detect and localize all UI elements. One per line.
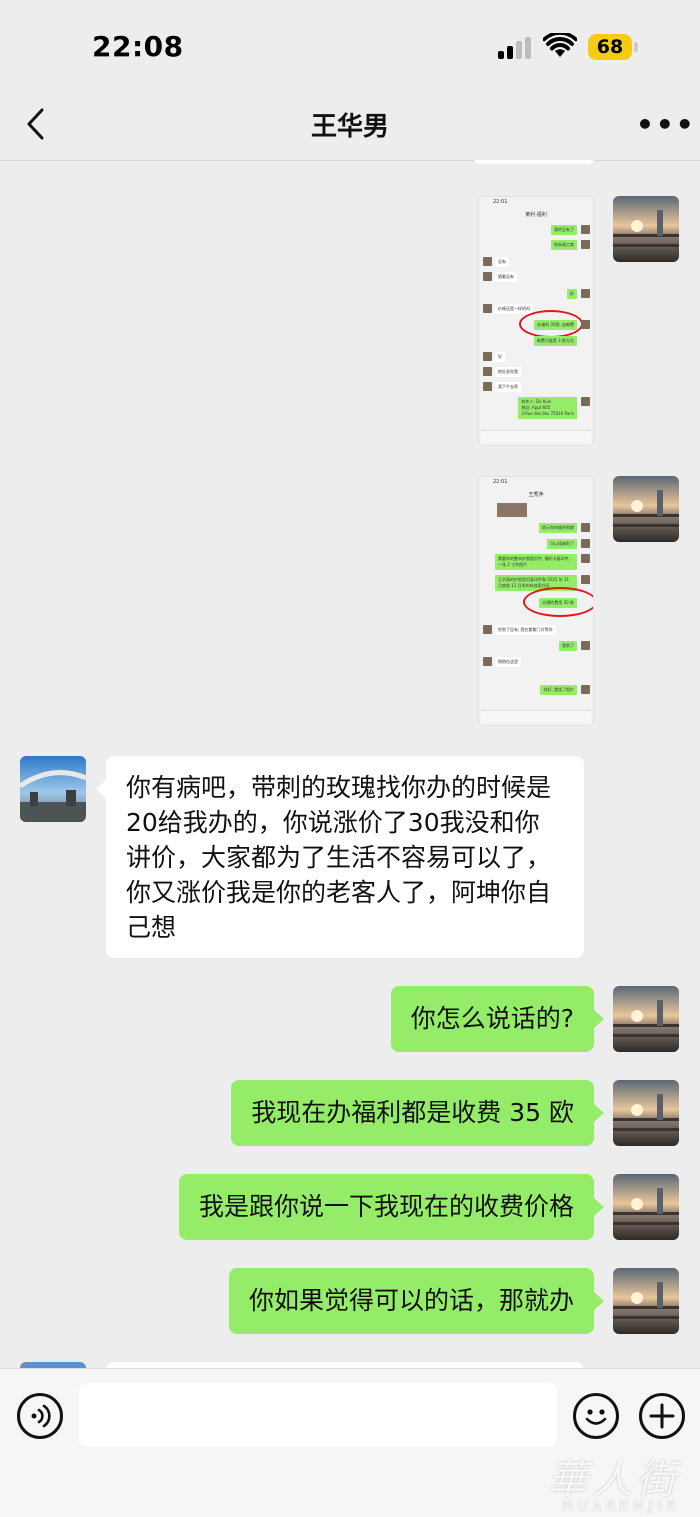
more-options-icon[interactable]: ••• [636, 108, 696, 141]
shot-line: 邮费可能是 3 欧左右 [533, 336, 577, 346]
outgoing-message[interactable]: 我现在办福利都是收费 35 欧 [231, 1080, 594, 1146]
shot-image-thumb [497, 503, 527, 517]
image-message-screenshot-1[interactable]: 22:01 黄利·福利 我的没有了 给朱瑞工商 没有 随着没有 好 价格还是一样… [478, 196, 594, 446]
shot-line: 随着没有 [495, 272, 517, 282]
shot-line: 我到了 [559, 641, 577, 651]
shot-avatar [581, 539, 590, 548]
shot-line: 没有 [495, 257, 509, 267]
shot-avatar [483, 304, 492, 313]
shot-time: 22:01 [493, 199, 508, 205]
shot-line: 我的没有了 [551, 225, 577, 235]
chat-header: 王华男 ••• [0, 92, 700, 161]
my-avatar[interactable] [613, 1080, 679, 1146]
shot-avatar [581, 320, 590, 329]
shot-address-message: 收件人: Dù Kuin 地址: Appt 605 3 Rue des Iles… [518, 397, 577, 419]
wifi-icon [543, 33, 577, 57]
red-circle-annotation [519, 310, 583, 338]
my-avatar[interactable] [613, 986, 679, 1052]
outgoing-message[interactable]: 我是跟你说一下我现在的收费价格 [178, 1174, 594, 1240]
shot-line: 你到了没有, 我在紫紫门口等你 [495, 625, 556, 635]
shot-avatar [483, 367, 492, 376]
shot-avatar [581, 554, 590, 563]
image-message-screenshot-2[interactable]: 22:01 王秀萍 提示你的福利到期 可以续福利了 需要你的整本护照首页件, 福… [478, 476, 594, 726]
shot-line: 你好, 我找了照片 [540, 685, 577, 695]
page-title: 王华男 [310, 112, 389, 142]
red-circle-annotation [523, 587, 593, 617]
my-avatar[interactable] [613, 1268, 679, 1334]
shot-title: 黄利·福利 [525, 212, 547, 218]
bubble-tail [96, 780, 106, 798]
shot-avatar [581, 641, 590, 650]
shot-avatar [581, 225, 590, 234]
shot-line: 需要你的整本护照首页件, 福利卡复印件, 一张 2 寸的照片 [495, 554, 577, 570]
bubble-tail [594, 1198, 604, 1216]
message-text: 你有病吧，带刺的玫瑰找你办的时候是20给我办的，你说涨价了30我没和你讲价，大家… [126, 773, 552, 942]
battery-level: 68 [588, 34, 632, 60]
bubble-tail [594, 1104, 604, 1122]
shot-line: 地址发你我 [495, 367, 521, 377]
shot-avatar [483, 657, 492, 666]
shot-time: 22:01 [493, 479, 508, 485]
cellular-signal-icon [498, 37, 532, 59]
bubble-tail [594, 1292, 604, 1310]
watermark-text: HUARENJIE [562, 1499, 680, 1514]
my-avatar[interactable] [613, 1174, 679, 1240]
emoji-icon[interactable] [573, 1393, 619, 1439]
shot-line: 3 Rue des Iles 75016 Paris [521, 411, 574, 416]
message-list[interactable]: 22:01 黄利·福利 我的没有了 给朱瑞工商 没有 随着没有 好 价格还是一样… [0, 160, 700, 1368]
message-input[interactable] [79, 1383, 557, 1447]
shot-avatar [483, 352, 492, 361]
incoming-message[interactable]: 你有病吧，带刺的玫瑰找你办的时候是20给我办的，你说涨价了30我没和你讲价，大家… [106, 756, 584, 958]
shot-line: 提示你的福利到期 [539, 523, 577, 533]
shot-line: 可以续福利了 [547, 539, 577, 549]
battery-tip [634, 42, 638, 52]
my-avatar[interactable] [613, 196, 679, 262]
shot-input-bar [481, 430, 591, 443]
shot-line: 价格还是一样的吗 [495, 304, 533, 314]
shot-line: 稍稍在这里 [495, 657, 521, 667]
message-text: 我现在办福利都是收费 35 欧 [251, 1098, 574, 1127]
watermark-logo: 華人街 [548, 1457, 680, 1503]
add-more-icon[interactable] [639, 1393, 685, 1439]
message-text: 你如果觉得可以的话，那就办 [248, 1286, 574, 1315]
outgoing-message[interactable]: 你怎么说话的? [390, 986, 594, 1052]
status-bar: 22:08 68 [0, 0, 700, 92]
shot-avatar [581, 397, 590, 406]
shot-line: 我下午去寄 [495, 382, 521, 392]
message-text: 我是跟你说一下我现在的收费价格 [198, 1192, 574, 1221]
contact-avatar[interactable] [20, 756, 86, 822]
clock: 22:08 [92, 30, 184, 63]
shot-avatar [581, 523, 590, 532]
shot-title: 王秀萍 [528, 492, 544, 498]
bubble-tail [594, 1010, 604, 1028]
voice-input-icon[interactable] [17, 1393, 63, 1439]
shot-avatar [483, 257, 492, 266]
shot-line: 给朱瑞工商 [551, 240, 577, 250]
input-bar: 華人街 HUARENJIE [0, 1368, 700, 1517]
outgoing-message[interactable]: 你如果觉得可以的话，那就办 [228, 1268, 594, 1334]
shot-line: 好 [495, 352, 505, 362]
shot-avatar [581, 575, 590, 584]
shot-avatar [483, 625, 492, 634]
my-avatar[interactable] [613, 476, 679, 542]
shot-line: 好 [567, 289, 577, 299]
shot-avatar [581, 240, 590, 249]
shot-avatar [581, 685, 590, 694]
shot-avatar [483, 272, 492, 281]
shot-avatar [581, 289, 590, 298]
shot-input-bar [481, 710, 591, 723]
watermark: 華人街 HUARENJIE [548, 1447, 680, 1514]
partial-message [474, 160, 594, 164]
shot-avatar [483, 382, 492, 391]
message-text: 你怎么说话的? [410, 1004, 574, 1033]
